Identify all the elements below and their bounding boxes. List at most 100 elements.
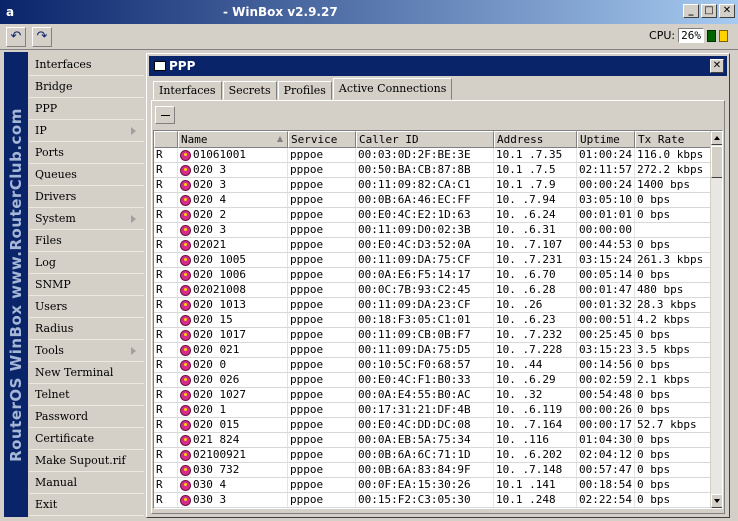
table-row[interactable]: R 020 1027 pppoe 00:0A:E4:55:B0:AC 10. .32 00… <box>154 388 712 403</box>
ppp-title: PPP <box>169 59 196 73</box>
table-row[interactable]: R 020 026 pppoe 00:E0:4C:F1:B0:33 10. .6.29 0… <box>154 373 712 388</box>
redo-icon[interactable]: ↷ <box>32 27 52 47</box>
table-row[interactable]: R 030 732 pppoe 00:0B:6A:83:84:9F 10. .7.148… <box>154 463 712 478</box>
menu-item-radius[interactable]: Radius <box>29 318 144 340</box>
menu-item-ppp[interactable]: PPP <box>29 98 144 120</box>
cell-tx-rate: 4.2 kbps <box>635 313 712 327</box>
scroll-down-icon[interactable] <box>711 494 722 508</box>
tab-profiles[interactable]: Profiles <box>277 81 332 100</box>
menu-item-snmp[interactable]: SNMP <box>29 274 144 296</box>
menu-item-manual[interactable]: Manual <box>29 472 144 494</box>
column-header-label: Name <box>181 133 208 146</box>
menu-item-label: Ports <box>35 146 64 159</box>
table-row[interactable]: R 02100921 pppoe 00:0B:6A:6C:71:1D 10. .6.20… <box>154 448 712 463</box>
table-row[interactable]: R 020 1 pppoe 00:17:31:21:DF:4B 10. .6.119 00… <box>154 403 712 418</box>
column-header-flags[interactable] <box>154 131 178 148</box>
scroll-thumb[interactable] <box>711 146 722 178</box>
column-header-tx-rate[interactable]: Tx Rate <box>635 131 712 148</box>
column-header-service[interactable]: Service <box>288 131 356 148</box>
menu-item-label: Bridge <box>35 80 73 93</box>
cell-name: 020 0 <box>178 358 288 372</box>
menu-item-drivers[interactable]: Drivers <box>29 186 144 208</box>
cell-service: pppoe <box>288 298 356 312</box>
table-row[interactable]: R 020 1013 pppoe 00:11:09:DA:23:CF 10. .26 00… <box>154 298 712 313</box>
table-body: R 01061001 pppoe 00:03:0D:2F:BE:3E 10.1 .7.3… <box>154 148 712 508</box>
menu-item-label: System <box>35 212 76 225</box>
tab-secrets[interactable]: Secrets <box>222 81 277 100</box>
cell-address: 10. .7.148 <box>494 463 577 477</box>
cell-caller-id: 00:11:09:82:CA:C1 <box>356 178 494 192</box>
scroll-up-icon[interactable] <box>711 131 722 145</box>
table-row[interactable]: R 020 2 pppoe 00:E0:4C:E2:1D:63 10. .6.24 00:… <box>154 208 712 223</box>
cell-uptime: 00:18:54 <box>577 478 635 492</box>
undo-icon[interactable]: ↶ <box>6 27 26 47</box>
maximize-button[interactable]: □ <box>701 4 717 18</box>
menu-item-password[interactable]: Password <box>29 406 144 428</box>
cell-name: 020 3 <box>178 163 288 177</box>
connections-table: Name Service Caller ID Address Uptime Tx Rate… <box>153 130 723 509</box>
menu-item-certificate[interactable]: Certificate <box>29 428 144 450</box>
table-row[interactable]: R 02021008 pppoe 00:0C:7B:93:C2:45 10. .6.28… <box>154 283 712 298</box>
column-header-address[interactable]: Address <box>494 131 577 148</box>
user-icon <box>180 179 191 191</box>
tab-active-connections[interactable]: Active Connections <box>332 78 453 100</box>
table-row[interactable]: R 020 15 pppoe 00:18:F3:05:C1:01 10. .6.23 00… <box>154 313 712 328</box>
table-row[interactable]: R 020 021 pppoe 00:11:09:DA:75:D5 10. .7.228… <box>154 343 712 358</box>
table-row[interactable]: R 020 3 pppoe 00:11:09:82:CA:C1 10.1 .7.9 00:… <box>154 178 712 193</box>
menu-item-bridge[interactable]: Bridge <box>29 76 144 98</box>
cell-uptime: 00:01:32 <box>577 298 635 312</box>
table-row[interactable]: R 020 0 pppoe 00:10:5C:F0:68:57 10. .44 00:14… <box>154 358 712 373</box>
column-header-uptime[interactable]: Uptime <box>577 131 635 148</box>
menu-item-telnet[interactable]: Telnet <box>29 384 144 406</box>
table-row[interactable]: R 020 1017 pppoe 00:11:09:CB:0B:F7 10. .7.23… <box>154 328 712 343</box>
menu-item-ports[interactable]: Ports <box>29 142 144 164</box>
ppp-close-button[interactable]: ✕ <box>710 59 724 73</box>
menu-item-users[interactable]: Users <box>29 296 144 318</box>
table-row[interactable]: R 01061001 pppoe 00:03:0D:2F:BE:3E 10.1 .7.3… <box>154 148 712 163</box>
table-row[interactable]: R 02021 pppoe 00:E0:4C:D3:52:0A 10. .7.107 00… <box>154 238 712 253</box>
column-header-caller-id[interactable]: Caller ID <box>356 131 494 148</box>
cell-name-text: 020 1006 <box>193 268 246 281</box>
cell-caller-id: 00:0A:EB:5A:75:34 <box>356 433 494 447</box>
menu-item-label: Interfaces <box>35 58 92 71</box>
table-row[interactable]: R 020 3 pppoe 00:11:09:D0:02:3B 10. .6.31 00:… <box>154 223 712 238</box>
menu-item-ip[interactable]: IP <box>29 120 144 142</box>
user-icon <box>180 164 191 176</box>
cell-address: 10. .7.232 <box>494 328 577 342</box>
vertical-scrollbar[interactable] <box>710 131 722 508</box>
table-row[interactable]: R 020 1005 pppoe 00:11:09:DA:75:CF 10. .7.23… <box>154 253 712 268</box>
cell-name: 020 4 <box>178 193 288 207</box>
menu-item-tools[interactable]: Tools <box>29 340 144 362</box>
menu-item-new-terminal[interactable]: New Terminal <box>29 362 144 384</box>
table-row[interactable]: R 030 3 pppoe 00:15:F2:C3:05:30 10.1 .248 02:… <box>154 493 712 508</box>
table-row[interactable]: R 020 1006 pppoe 00:0A:E6:F5:14:17 10. .6.70… <box>154 268 712 283</box>
cell-flag: R <box>154 298 178 312</box>
cell-service: pppoe <box>288 388 356 402</box>
menu-item-exit[interactable]: Exit <box>29 494 144 516</box>
menu-item-make-supout-rif[interactable]: Make Supout.rif <box>29 450 144 472</box>
menu-item-log[interactable]: Log <box>29 252 144 274</box>
main-titlebar[interactable]: a - WinBox v2.9.27 _ □ ✕ <box>0 0 738 24</box>
menu-item-queues[interactable]: Queues <box>29 164 144 186</box>
cell-name: 020 015 <box>178 418 288 432</box>
tab-interfaces[interactable]: Interfaces <box>153 81 222 100</box>
column-header-name[interactable]: Name <box>178 131 288 148</box>
table-row[interactable]: R 020 4 pppoe 00:0B:6A:46:EC:FF 10. .7.94 03:… <box>154 193 712 208</box>
remove-button[interactable] <box>155 106 175 124</box>
close-button[interactable]: ✕ <box>719 4 735 18</box>
user-icon <box>180 299 191 311</box>
cell-service: pppoe <box>288 193 356 207</box>
menu-item-label: Queues <box>35 168 77 181</box>
menu-item-system[interactable]: System <box>29 208 144 230</box>
table-row[interactable]: R 020 015 pppoe 00:E0:4C:DD:DC:08 10. .7.164… <box>154 418 712 433</box>
table-row[interactable]: R 020 3 pppoe 00:50:BA:CB:87:8B 10.1 .7.5 02:… <box>154 163 712 178</box>
cell-uptime: 00:00:00 <box>577 223 635 237</box>
user-icon <box>180 239 191 251</box>
minimize-button[interactable]: _ <box>683 4 699 18</box>
table-row[interactable]: R 030 4 pppoe 00:0F:EA:15:30:26 10.1 .141 00:… <box>154 478 712 493</box>
ppp-titlebar[interactable]: PPP ✕ <box>149 56 727 76</box>
cell-address: 10. .7.94 <box>494 193 577 207</box>
table-row[interactable]: R 021 824 pppoe 00:0A:EB:5A:75:34 10. .116 01… <box>154 433 712 448</box>
menu-item-interfaces[interactable]: Interfaces <box>29 54 144 76</box>
menu-item-files[interactable]: Files <box>29 230 144 252</box>
